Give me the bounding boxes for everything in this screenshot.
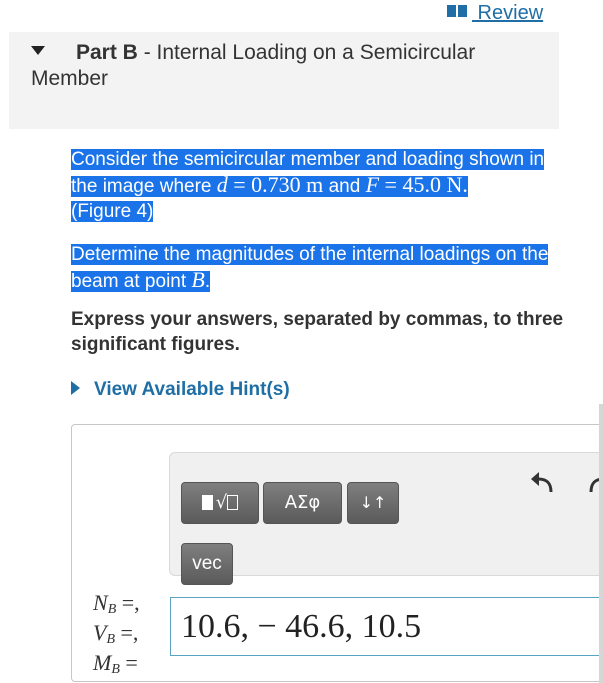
problem-statement: Consider the semicircular member and loa…	[71, 149, 545, 222]
answer-box: √ ΑΣφ ↓↑ vec NB =, VB =, MB = 10.6, − 46…	[71, 424, 603, 682]
scrollbar[interactable]	[599, 404, 603, 683]
answer-labels: NB =, VB =, MB =	[93, 591, 140, 681]
arrows-button[interactable]: ↓↑	[347, 482, 399, 524]
problem-question: Determine the magnitudes of the internal…	[71, 244, 549, 292]
review-link[interactable]: Review	[446, 2, 543, 25]
review-label: Review	[472, 2, 544, 24]
expand-triangle-icon	[71, 381, 80, 395]
templates-button[interactable]: √	[181, 482, 259, 524]
vec-button[interactable]: vec	[181, 543, 233, 585]
label-NB: NB =,	[93, 590, 140, 617]
label-MB: MB =	[93, 650, 138, 677]
figure-link[interactable]: (Figure 4)	[71, 201, 154, 222]
view-hints-link[interactable]: View Available Hint(s)	[71, 379, 290, 401]
part-title: Part B - Internal Loading on a Semicircu…	[31, 41, 476, 90]
part-header[interactable]: Part B - Internal Loading on a Semicircu…	[9, 32, 559, 129]
label-VB: VB =,	[93, 620, 139, 647]
answer-instructions: Express your answers, separated by comma…	[71, 309, 564, 355]
book-icon	[447, 5, 467, 17]
templates-icon	[201, 495, 213, 510]
answer-input[interactable]: 10.6, − 46.6, 10.5	[170, 597, 603, 656]
undo-icon[interactable]	[529, 470, 557, 494]
greek-symbols-button[interactable]: ΑΣφ	[263, 482, 342, 524]
